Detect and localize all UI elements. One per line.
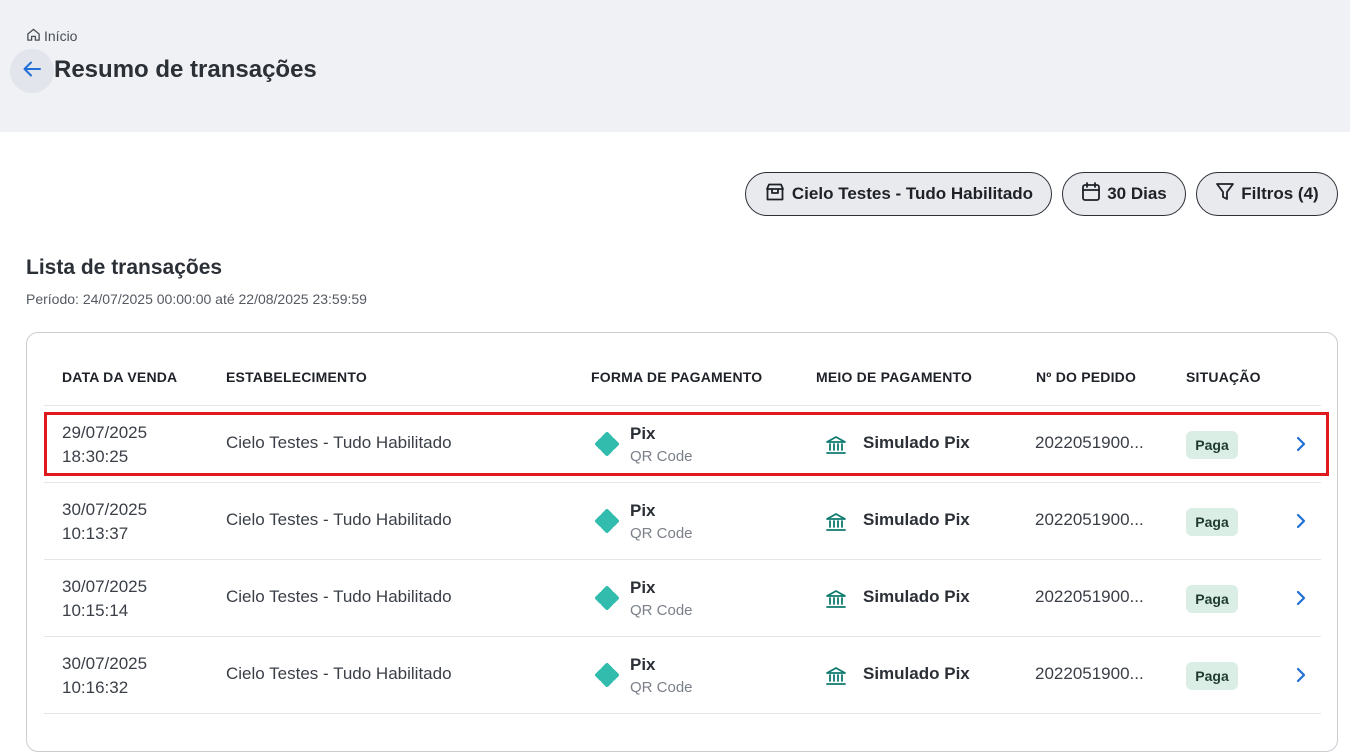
column-header-status: SITUAÇÃO	[1186, 369, 1261, 385]
order-number-cell: 2022051900...	[1035, 587, 1144, 606]
merchant-filter-button[interactable]: Cielo Testes - Tudo Habilitado	[745, 172, 1052, 216]
column-header-establishment: ESTABELECIMENTO	[226, 369, 367, 385]
bank-icon	[825, 588, 847, 615]
pix-icon	[595, 663, 619, 692]
payment-form-sub: QR Code	[630, 679, 693, 696]
sale-date: 30/07/2025	[62, 500, 148, 519]
breadcrumb[interactable]: Início	[26, 27, 77, 45]
column-header-payment-form: FORMA DE PAGAMENTO	[591, 369, 763, 385]
payment-means-cell: Simulado Pix	[863, 587, 970, 606]
bank-icon	[825, 511, 847, 538]
filters-button[interactable]: Filtros (4)	[1196, 172, 1338, 216]
sale-date: 30/07/2025	[62, 654, 148, 673]
payment-means-cell: Simulado Pix	[863, 433, 970, 452]
payment-form-name: Pix	[630, 655, 656, 674]
order-number-cell: 2022051900...	[1035, 664, 1144, 683]
calendar-icon	[1081, 181, 1101, 208]
column-header-payment-means: MEIO DE PAGAMENTO	[816, 369, 973, 385]
chevron-right-icon[interactable]	[1294, 589, 1308, 612]
back-button[interactable]	[10, 49, 54, 93]
period-filter-button[interactable]: 30 Dias	[1062, 172, 1186, 216]
store-icon	[764, 181, 786, 208]
page-header: Início Resumo de transações	[0, 0, 1350, 132]
chevron-right-icon[interactable]	[1294, 435, 1308, 458]
payment-form-sub: QR Code	[630, 525, 693, 542]
payment-means-cell: Simulado Pix	[863, 510, 970, 529]
list-period: Período: 24/07/2025 00:00:00 até 22/08/2…	[26, 291, 367, 307]
status-badge: Paga	[1186, 508, 1238, 536]
list-title: Lista de transações	[26, 256, 223, 279]
payment-form-name: Pix	[630, 578, 656, 597]
sale-date-cell: 29/07/2025 18:30:25	[62, 421, 147, 469]
pix-icon	[595, 509, 619, 538]
filter-icon	[1215, 181, 1235, 208]
establishment-cell: Cielo Testes - Tudo Habilitado	[226, 587, 452, 606]
status-badge: Paga	[1186, 585, 1238, 613]
status-badge: Paga	[1186, 662, 1238, 690]
arrow-left-icon	[21, 58, 43, 85]
merchant-filter-label: Cielo Testes - Tudo Habilitado	[791, 184, 1034, 203]
breadcrumb-label: Início	[44, 28, 78, 44]
bank-icon	[825, 665, 847, 692]
status-badge: Paga	[1186, 431, 1238, 459]
pix-icon	[595, 586, 619, 615]
page-title: Resumo de transações	[54, 56, 317, 83]
payment-form-sub: QR Code	[630, 448, 693, 465]
establishment-cell: Cielo Testes - Tudo Habilitado	[226, 433, 452, 452]
sale-time: 18:30:25	[62, 447, 129, 466]
chevron-right-icon[interactable]	[1294, 512, 1308, 535]
sale-date-cell: 30/07/2025 10:13:37	[62, 498, 147, 546]
table-row[interactable]: 29/07/2025 18:30:25 Cielo Testes - Tudo …	[44, 406, 1321, 483]
period-filter-label: 30 Dias	[1107, 184, 1167, 203]
sale-date-cell: 30/07/2025 10:15:14	[62, 575, 147, 623]
sale-time: 10:13:37	[62, 524, 129, 543]
pix-icon	[595, 432, 619, 461]
payment-form-name: Pix	[630, 501, 656, 520]
order-number-cell: 2022051900...	[1035, 510, 1144, 529]
table-row[interactable]: 30/07/2025 10:13:37 Cielo Testes - Tudo …	[44, 483, 1321, 560]
chevron-right-icon[interactable]	[1294, 666, 1308, 689]
payment-means-cell: Simulado Pix	[863, 664, 970, 683]
bank-icon	[825, 434, 847, 461]
establishment-cell: Cielo Testes - Tudo Habilitado	[226, 510, 452, 529]
establishment-cell: Cielo Testes - Tudo Habilitado	[226, 664, 452, 683]
payment-form-sub: QR Code	[630, 602, 693, 619]
sale-time: 10:15:14	[62, 601, 129, 620]
sale-date: 29/07/2025	[62, 423, 148, 442]
table-row[interactable]: 30/07/2025 10:16:32 Cielo Testes - Tudo …	[44, 637, 1321, 714]
home-icon	[26, 27, 41, 45]
table-row[interactable]: 30/07/2025 10:15:14 Cielo Testes - Tudo …	[44, 560, 1321, 637]
filters-label: Filtros (4)	[1241, 184, 1319, 203]
sale-date-cell: 30/07/2025 10:16:32	[62, 652, 147, 700]
column-header-date: DATA DA VENDA	[62, 369, 178, 385]
column-header-order: Nº DO PEDIDO	[1036, 369, 1137, 385]
order-number-cell: 2022051900...	[1035, 433, 1144, 452]
sale-time: 10:16:32	[62, 678, 129, 697]
payment-form-name: Pix	[630, 424, 656, 443]
sale-date: 30/07/2025	[62, 577, 148, 596]
